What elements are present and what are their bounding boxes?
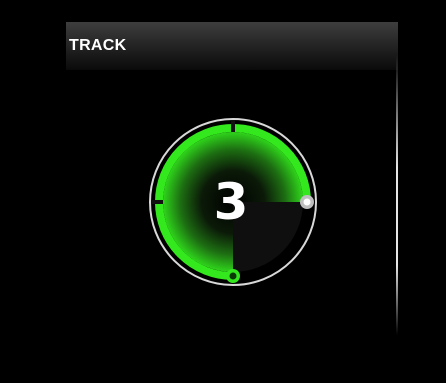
scroll-indicator bbox=[396, 55, 398, 335]
dial-end-handle[interactable] bbox=[300, 195, 314, 209]
dial-tick-left bbox=[151, 200, 163, 204]
dial-graphic: 3 bbox=[149, 118, 317, 286]
page-title: TRACK bbox=[69, 37, 127, 54]
panel-header: TRACK bbox=[66, 22, 398, 70]
dial-tick-top bbox=[231, 120, 235, 132]
dial-value: 3 bbox=[214, 173, 249, 231]
dial-start-handle[interactable] bbox=[226, 269, 240, 283]
track-dial[interactable]: 3 bbox=[148, 117, 318, 287]
